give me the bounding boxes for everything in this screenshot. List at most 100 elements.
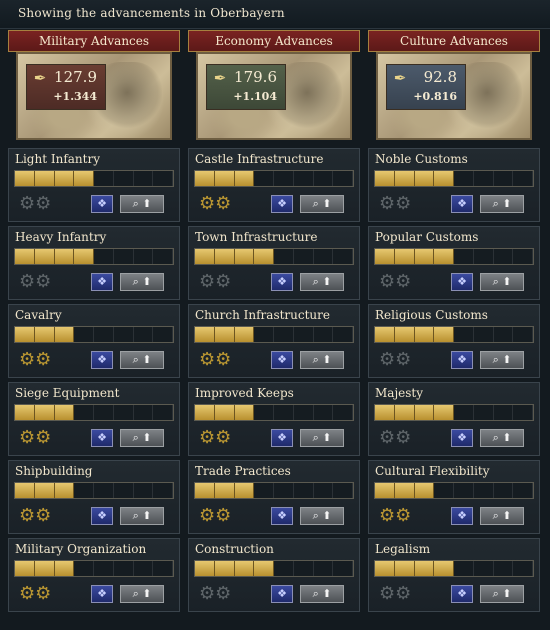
tech-card[interactable]: Siege Equipment ⚙⚙ ❖ ⌕ ⬆ [8,382,180,456]
tech-progress-bar [194,248,354,265]
research-icon[interactable]: ❖ [91,585,113,603]
upgrade-button[interactable]: ⌕ ⬆ [480,507,524,525]
research-icon[interactable]: ❖ [271,351,293,369]
tech-card[interactable]: Cultural Flexibility ⚙⚙ ❖ ⌕ ⬆ [368,460,540,534]
tech-card[interactable]: Noble Customs ⚙⚙ ❖ ⌕ ⬆ [368,148,540,222]
research-icon[interactable]: ❖ [91,351,113,369]
progress-segment [414,405,435,420]
progress-segment [74,483,94,498]
progress-segment [274,561,294,576]
gears-icon: ⚙⚙ [199,271,232,292]
tech-card[interactable]: Heavy Infantry ⚙⚙ ❖ ⌕ ⬆ [8,226,180,300]
mil-points-rate: +1.344 [53,90,97,103]
tech-card[interactable]: Legalism ⚙⚙ ❖ ⌕ ⬆ [368,538,540,612]
tech-name: Popular Customs [375,230,479,244]
progress-segment [293,405,314,420]
research-icon[interactable]: ❖ [91,273,113,291]
progress-segment [153,561,173,576]
progress-segment [434,171,454,186]
progress-segment [333,171,353,186]
tech-card[interactable]: Majesty ⚙⚙ ❖ ⌕ ⬆ [368,382,540,456]
research-icon[interactable]: ❖ [451,351,473,369]
upgrade-button[interactable]: ⌕ ⬆ [300,351,344,369]
progress-segment [34,327,55,342]
progress-segment [394,483,415,498]
progress-segment [15,405,35,420]
progress-segment [274,483,294,498]
eco-points-rate: +1.104 [233,90,277,103]
research-icon[interactable]: ❖ [451,195,473,213]
research-icon[interactable]: ❖ [451,429,473,447]
gears-icon: ⚙⚙ [19,427,52,448]
research-icon[interactable]: ❖ [451,507,473,525]
upgrade-button[interactable]: ⌕ ⬆ [300,429,344,447]
upgrade-button[interactable]: ⌕ ⬆ [300,273,344,291]
upgrade-button[interactable]: ⌕ ⬆ [480,585,524,603]
research-icon[interactable]: ❖ [271,195,293,213]
progress-segment [454,249,474,264]
mil-advances-column: Military Advances ✒ 127.9 +1.344 Light Infan… [8,30,180,620]
research-icon[interactable]: ❖ [91,195,113,213]
upgrade-button[interactable]: ⌕ ⬆ [120,273,164,291]
progress-segment [214,483,235,498]
research-icon[interactable]: ❖ [451,273,473,291]
upgrade-button[interactable]: ⌕ ⬆ [480,429,524,447]
tech-card[interactable]: Castle Infrastructure ⚙⚙ ❖ ⌕ ⬆ [188,148,360,222]
tech-card[interactable]: Town Infrastructure ⚙⚙ ❖ ⌕ ⬆ [188,226,360,300]
upgrade-button[interactable]: ⌕ ⬆ [300,507,344,525]
tech-card[interactable]: Religious Customs ⚙⚙ ❖ ⌕ ⬆ [368,304,540,378]
tech-card[interactable]: Church Infrastructure ⚙⚙ ❖ ⌕ ⬆ [188,304,360,378]
progress-segment [113,405,134,420]
progress-segment [293,561,314,576]
research-icon[interactable]: ❖ [91,429,113,447]
research-icon[interactable]: ❖ [271,429,293,447]
progress-segment [54,483,75,498]
tech-card[interactable]: Popular Customs ⚙⚙ ❖ ⌕ ⬆ [368,226,540,300]
upgrade-button[interactable]: ⌕ ⬆ [300,195,344,213]
progress-segment [274,249,294,264]
tech-card[interactable]: Light Infantry ⚙⚙ ❖ ⌕ ⬆ [8,148,180,222]
upgrade-button[interactable]: ⌕ ⬆ [480,195,524,213]
upgrade-button[interactable]: ⌕ ⬆ [120,507,164,525]
tech-card[interactable]: Shipbuilding ⚙⚙ ❖ ⌕ ⬆ [8,460,180,534]
progress-segment [234,171,255,186]
upgrade-button[interactable]: ⌕ ⬆ [120,585,164,603]
research-icon[interactable]: ❖ [91,507,113,525]
research-icon[interactable]: ❖ [271,507,293,525]
research-icon[interactable]: ❖ [271,585,293,603]
progress-segment [94,483,114,498]
progress-segment [113,327,134,342]
tech-card[interactable]: Construction ⚙⚙ ❖ ⌕ ⬆ [188,538,360,612]
tech-progress-bar [374,248,534,265]
tech-name: Town Infrastructure [195,230,318,244]
upgrade-button[interactable]: ⌕ ⬆ [120,195,164,213]
research-icon[interactable]: ❖ [451,585,473,603]
tech-card[interactable]: Trade Practices ⚙⚙ ❖ ⌕ ⬆ [188,460,360,534]
upgrade-button[interactable]: ⌕ ⬆ [120,351,164,369]
eco-points-value: 179.6 [234,68,277,86]
upgrade-button[interactable]: ⌕ ⬆ [120,429,164,447]
gears-icon: ⚙⚙ [379,349,412,370]
progress-segment [394,249,415,264]
tech-name: Construction [195,542,274,556]
tech-card[interactable]: Improved Keeps ⚙⚙ ❖ ⌕ ⬆ [188,382,360,456]
progress-segment [113,561,134,576]
upgrade-button[interactable]: ⌕ ⬆ [480,351,524,369]
research-icon[interactable]: ❖ [271,273,293,291]
tech-progress-bar [194,404,354,421]
tech-progress-bar [14,248,174,265]
progress-segment [113,483,134,498]
upgrade-button[interactable]: ⌕ ⬆ [480,273,524,291]
progress-segment [214,171,235,186]
tech-card[interactable]: Military Organization ⚙⚙ ❖ ⌕ ⬆ [8,538,180,612]
progress-segment [313,483,334,498]
tech-name: Castle Infrastructure [195,152,324,166]
progress-segment [254,561,274,576]
progress-segment [333,405,353,420]
progress-segment [113,171,134,186]
eco-banner: ✒ 179.6 +1.104 [196,52,352,140]
cul-banner: ✒ 92.8 +0.816 [376,52,532,140]
upgrade-button[interactable]: ⌕ ⬆ [300,585,344,603]
progress-segment [153,249,173,264]
tech-card[interactable]: Cavalry ⚙⚙ ❖ ⌕ ⬆ [8,304,180,378]
